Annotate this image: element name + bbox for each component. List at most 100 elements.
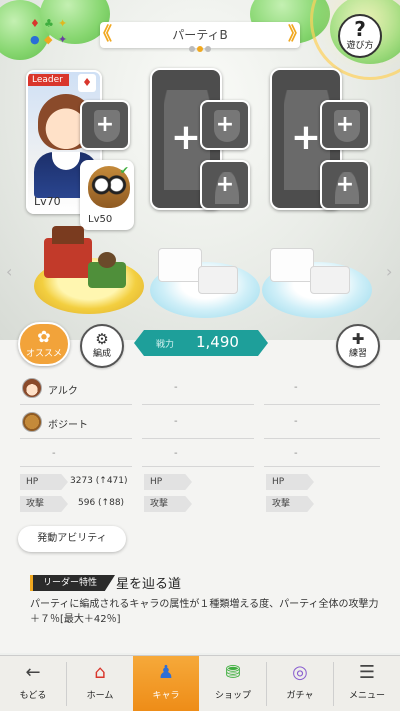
back-arrow-icon: ← bbox=[25, 662, 41, 683]
water-element-icon: ● bbox=[30, 33, 40, 46]
equipment-slot[interactable]: + bbox=[200, 100, 250, 150]
nav-label: もどる bbox=[19, 691, 47, 701]
add-icon: + bbox=[95, 112, 115, 137]
divider bbox=[264, 466, 380, 467]
owl-avatar bbox=[22, 412, 42, 432]
nav-home[interactable]: ⌂ ホーム bbox=[67, 656, 133, 711]
wind-element-icon: ♣ bbox=[44, 17, 54, 30]
bottom-navigation: ← もどる ⌂ ホーム ♟ キャラ ⛃ ショップ ◎ ガチャ ☰ メニュー bbox=[0, 655, 400, 711]
leader-level: Lv70 bbox=[34, 195, 61, 208]
help-button[interactable]: ? 遊び方 bbox=[338, 14, 382, 58]
attack-value: 596 (↑88) bbox=[78, 498, 125, 508]
leader-skill-name: 星を辿る道 bbox=[116, 577, 182, 592]
leader-skill-description: パーティに編成されるキャラの属性が１種類増える度、パーティ全体の攻撃力＋７％[最… bbox=[30, 599, 379, 625]
divider bbox=[20, 404, 132, 405]
nav-label: ガチャ bbox=[286, 691, 314, 701]
roof-icon bbox=[52, 226, 84, 244]
practice-label: 練習 bbox=[348, 349, 367, 359]
divider bbox=[142, 404, 254, 405]
add-icon: + bbox=[215, 172, 235, 197]
divider bbox=[264, 438, 380, 439]
party-power: 戦力 1,490 bbox=[134, 330, 268, 356]
attack-label: 攻撃 bbox=[144, 496, 192, 512]
empty-member-dash: - bbox=[294, 448, 298, 459]
owl-figure-icon bbox=[98, 252, 116, 268]
support-level: Lv50 bbox=[88, 214, 113, 225]
nav-label: ホーム bbox=[86, 691, 114, 701]
house-building-icon bbox=[44, 238, 92, 278]
character-icon: ♟ bbox=[157, 662, 175, 683]
recommend-icon: ✿ bbox=[37, 327, 51, 346]
thunder-element-icon: ◆ bbox=[44, 33, 53, 46]
empty-block-icon bbox=[198, 266, 238, 294]
practice-button[interactable]: ✚ 練習 bbox=[336, 324, 380, 368]
chevron-left-icon: ‹ bbox=[6, 262, 13, 281]
power-label: 戦力 bbox=[156, 340, 175, 350]
leaf-icon: ✔ bbox=[119, 164, 129, 177]
nav-shop[interactable]: ⛃ ショップ bbox=[200, 656, 266, 711]
empty-member-dash: - bbox=[294, 416, 298, 427]
leader-skill-tag: リーダー特性 bbox=[30, 575, 116, 591]
divider bbox=[20, 438, 132, 439]
support-slot[interactable]: + bbox=[200, 160, 250, 210]
empty-block-icon bbox=[310, 266, 350, 294]
empty-member-dash: - bbox=[174, 448, 178, 459]
party-selector: 《 パーティB 》 bbox=[94, 22, 306, 52]
question-icon: ? bbox=[354, 17, 366, 41]
fire-attribute-badge-icon: ♦ bbox=[78, 74, 96, 92]
support-slot[interactable]: + bbox=[320, 160, 370, 210]
light-element-icon: ✦ bbox=[58, 17, 68, 30]
hp-label: HP bbox=[266, 474, 314, 490]
chevron-right-icon: › bbox=[386, 262, 393, 281]
recommend-button[interactable]: ✿ オススメ bbox=[18, 322, 70, 366]
divider bbox=[20, 466, 132, 467]
empty-member-dash: - bbox=[174, 416, 178, 427]
nav-label: キャラ bbox=[152, 691, 180, 701]
dark-element-icon: ✦ bbox=[58, 33, 68, 46]
nav-menu[interactable]: ☰ メニュー bbox=[334, 656, 400, 711]
hp-label: HP bbox=[144, 474, 192, 490]
nav-back[interactable]: ← もどる bbox=[0, 656, 66, 711]
divider bbox=[142, 438, 254, 439]
page-dot bbox=[205, 46, 211, 52]
nav-label: ショップ bbox=[214, 691, 251, 701]
home-icon: ⌂ bbox=[94, 662, 106, 683]
divider bbox=[142, 466, 254, 467]
equipment-slot[interactable]: + bbox=[320, 100, 370, 150]
formation-icon: ⚙ bbox=[95, 330, 109, 348]
gacha-icon: ◎ bbox=[292, 662, 308, 683]
fire-element-icon: ♦ bbox=[30, 17, 40, 30]
add-icon: + bbox=[335, 172, 355, 197]
active-ability-button[interactable]: 発動アビリティ bbox=[18, 526, 126, 552]
power-value: 1,490 bbox=[196, 333, 239, 351]
party-stage: ♦ ♣ ✦ ● ◆ ✦ 《 パーティB 》 ? 遊び方 Leader ♦ Lv7… bbox=[0, 0, 400, 340]
formation-button[interactable]: ⚙ 編成 bbox=[80, 324, 124, 368]
page-dot-active bbox=[197, 46, 203, 52]
member-name: アルク bbox=[48, 386, 78, 397]
menu-icon: ☰ bbox=[358, 662, 376, 683]
nav-gacha[interactable]: ◎ ガチャ bbox=[267, 656, 333, 711]
leader-tag: Leader bbox=[28, 74, 69, 86]
training-dummy-icon: ✚ bbox=[351, 330, 365, 348]
hp-label: HP bbox=[20, 474, 68, 490]
empty-member-dash: - bbox=[294, 382, 298, 393]
add-icon: + bbox=[215, 112, 235, 137]
page-dot bbox=[189, 46, 195, 52]
shop-icon: ⛃ bbox=[225, 662, 241, 683]
nav-chara[interactable]: ♟ キャラ bbox=[133, 656, 199, 711]
support-character-card[interactable]: ✔ Lv50 bbox=[80, 160, 134, 230]
divider bbox=[264, 404, 380, 405]
empty-block-icon bbox=[158, 248, 202, 282]
add-icon: + bbox=[335, 112, 355, 137]
recommend-label: オススメ bbox=[25, 349, 62, 359]
element-icons: ♦ ♣ ✦ ● ◆ ✦ bbox=[24, 18, 78, 52]
formation-label: 編成 bbox=[92, 349, 111, 359]
equipment-slot[interactable]: + bbox=[80, 100, 130, 150]
attack-label: 攻撃 bbox=[266, 496, 314, 512]
empty-member-dash: - bbox=[52, 448, 56, 459]
arc-avatar bbox=[22, 378, 42, 398]
member-name: ボジート bbox=[48, 420, 88, 431]
attack-label: 攻撃 bbox=[20, 496, 68, 512]
nav-label: メニュー bbox=[348, 691, 385, 701]
party-page-dots bbox=[100, 37, 300, 56]
